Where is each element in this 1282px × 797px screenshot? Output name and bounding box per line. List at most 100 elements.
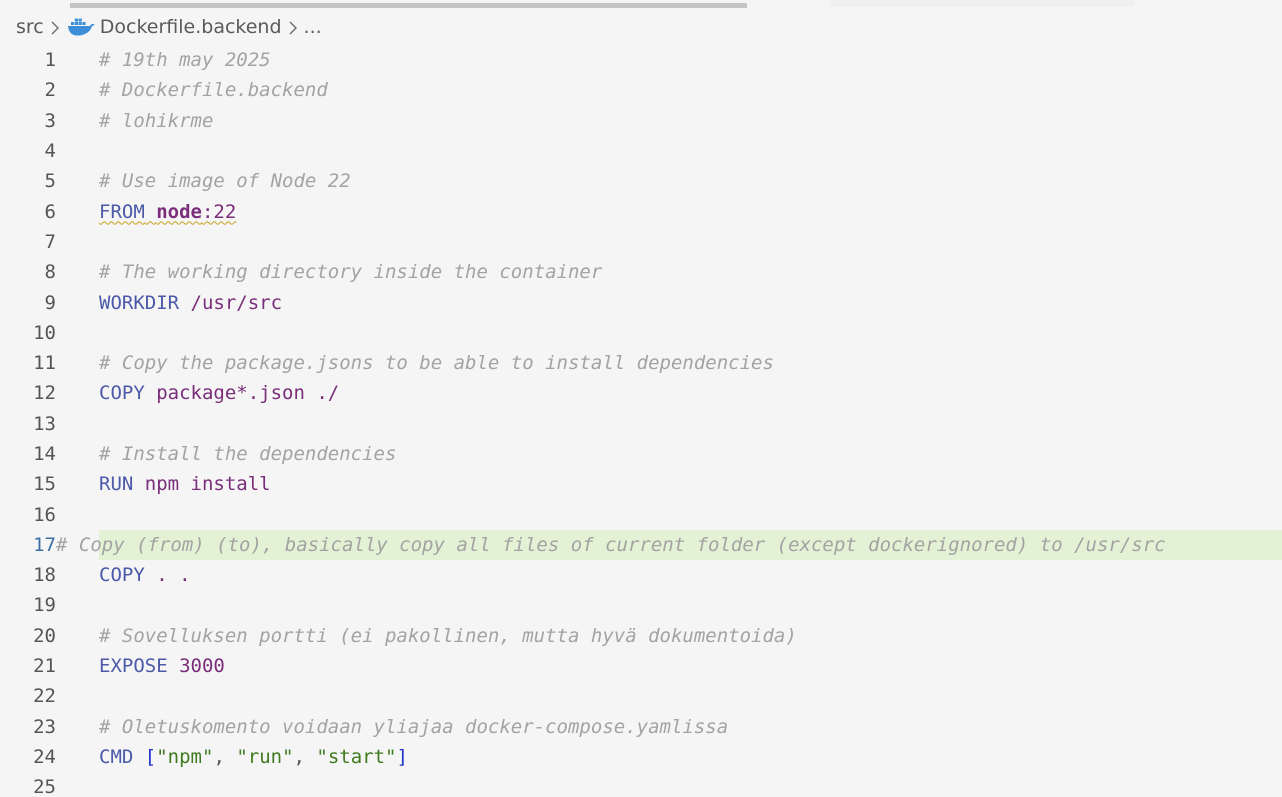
code-line[interactable]: 14 # Install the dependencies xyxy=(0,439,1282,469)
code-token: # Oletuskomento voidaan yliajaa docker-c… xyxy=(99,715,729,738)
line-number: 10 xyxy=(33,321,56,344)
code-token: "start" xyxy=(316,745,397,768)
code-line[interactable]: 13 xyxy=(0,409,1282,439)
code-token: WORKDIR xyxy=(99,291,180,314)
code-editor[interactable]: src Dockerfile.backend ... 1 # 19th may … xyxy=(0,0,1282,797)
code-line[interactable]: 6 FROM node:22 xyxy=(0,196,1282,226)
code-line[interactable]: 21 EXPOSE 3000 xyxy=(0,651,1282,681)
code-token: "run" xyxy=(236,745,294,768)
code-line[interactable]: 19 xyxy=(0,590,1282,620)
code-line[interactable]: 22 xyxy=(0,681,1282,711)
line-number: 6 xyxy=(44,200,56,223)
line-content: # Dockerfile.backend xyxy=(99,79,328,101)
line-number: 9 xyxy=(44,291,56,314)
horizontal-scrollbar-thumb[interactable] xyxy=(70,3,747,8)
code-token: FROM xyxy=(99,200,145,223)
code-token: "npm" xyxy=(156,745,214,768)
line-number: 14 xyxy=(33,443,56,465)
line-content: CMD ["npm", "run", "start"] xyxy=(99,746,408,768)
line-content: EXPOSE 3000 xyxy=(99,655,225,677)
line-content: # The working directory inside the conta… xyxy=(99,261,602,283)
line-number: 19 xyxy=(33,594,56,617)
line-content: # Oletuskomento voidaan yliajaa docker-c… xyxy=(99,716,728,738)
scrollbar-track-segment xyxy=(830,0,1135,7)
code-line[interactable]: 1 # 19th may 2025 xyxy=(0,45,1282,75)
breadcrumb-more[interactable]: ... xyxy=(304,16,322,38)
code-line[interactable]: 11 # Copy the package.jsons to be able to… xyxy=(0,348,1282,378)
code-line[interactable]: 20 # Sovelluksen portti (ei pakollinen, m… xyxy=(0,621,1282,651)
code-line[interactable]: 16 xyxy=(0,499,1282,529)
line-content: WORKDIR /usr/src xyxy=(99,292,282,314)
code-token: # The working directory inside the conta… xyxy=(99,261,603,284)
line-number: 24 xyxy=(33,745,56,768)
code-token: node xyxy=(156,200,202,223)
line-content: FROM node:22 xyxy=(99,201,236,223)
horizontal-scrollbar[interactable] xyxy=(0,0,1282,8)
line-content: # Use image of Node 22 xyxy=(99,170,351,192)
code-token: # Copy (from) (to), basically copy all f… xyxy=(56,533,1166,556)
code-token: CMD xyxy=(99,745,134,768)
code-token: # Dockerfile.backend xyxy=(99,79,328,102)
line-number: 8 xyxy=(44,261,56,284)
code-token: COPY xyxy=(99,382,145,405)
line-content: # lohikrme xyxy=(99,110,213,132)
line-number: 7 xyxy=(44,230,56,253)
code-token: COPY xyxy=(99,564,145,587)
code-line[interactable]: 3 # lohikrme xyxy=(0,106,1282,136)
chevron-right-icon xyxy=(44,16,66,38)
code-line[interactable]: 25 xyxy=(0,772,1282,797)
line-number: 2 xyxy=(44,79,56,102)
code-token: [ xyxy=(144,745,157,768)
code-line[interactable]: 17 # Copy (from) (to), basically copy all… xyxy=(33,529,1282,561)
code-token: , xyxy=(293,745,317,768)
code-token: # Sovelluksen portti (ei pakollinen, mut… xyxy=(99,624,797,647)
line-number: 25 xyxy=(33,776,56,797)
docker-whale-icon xyxy=(66,16,96,38)
code-line[interactable]: 7 xyxy=(0,227,1282,257)
line-number: 13 xyxy=(33,412,56,435)
line-number: 1 xyxy=(44,49,56,72)
code-token: npm install xyxy=(133,473,271,496)
breadcrumb-file[interactable]: Dockerfile.backend xyxy=(100,16,282,38)
line-content: # Sovelluksen portti (ei pakollinen, mut… xyxy=(99,625,797,647)
line-content: # Copy (from) (to), basically copy all f… xyxy=(56,534,1166,556)
breadcrumb-folder[interactable]: src xyxy=(16,16,44,38)
line-number: 4 xyxy=(44,140,56,163)
code-line[interactable]: 12 COPY package*.json ./ xyxy=(0,378,1282,408)
line-number: 16 xyxy=(33,503,56,526)
line-number: 20 xyxy=(33,624,56,647)
code-line[interactable]: 18 COPY . . xyxy=(0,560,1282,590)
code-token: # Copy the package.jsons to be able to i… xyxy=(99,352,774,375)
code-line[interactable]: 23 # Oletuskomento voidaan yliajaa docker… xyxy=(0,712,1282,742)
code-token: 3000 xyxy=(167,655,225,678)
code-line[interactable]: 8 # The working directory inside the cont… xyxy=(0,257,1282,287)
line-content: RUN npm install xyxy=(99,473,271,495)
code-token: # Use image of Node 22 xyxy=(99,170,351,193)
code-line[interactable]: 2 # Dockerfile.backend xyxy=(0,75,1282,105)
line-content: # 19th may 2025 xyxy=(99,49,271,71)
line-content: # Install the dependencies xyxy=(99,443,396,465)
line-number: 11 xyxy=(33,352,56,375)
code-line[interactable]: 4 xyxy=(0,136,1282,166)
code-token: EXPOSE xyxy=(99,655,168,678)
code-token: :22 xyxy=(201,200,237,223)
line-number: 15 xyxy=(33,473,56,496)
code-line[interactable]: 24 CMD ["npm", "run", "start"] xyxy=(0,742,1282,772)
code-line[interactable]: 15 RUN npm install xyxy=(0,469,1282,499)
line-content: COPY . . xyxy=(99,564,191,586)
line-number: 21 xyxy=(33,655,56,678)
line-number: 3 xyxy=(44,109,56,132)
code-token: # lohikrme xyxy=(99,109,214,132)
line-number: 17 xyxy=(33,533,56,556)
code-line[interactable]: 10 xyxy=(0,318,1282,348)
code-line[interactable]: 5 # Use image of Node 22 xyxy=(0,166,1282,196)
code-token: , xyxy=(213,745,237,768)
code-token: RUN xyxy=(99,473,134,496)
code-line[interactable]: 9 WORKDIR /usr/src xyxy=(0,287,1282,317)
code-token: ] xyxy=(396,745,408,768)
breadcrumb: src Dockerfile.backend ... xyxy=(16,14,322,40)
line-content: COPY package*.json ./ xyxy=(99,382,339,404)
code-area[interactable]: 1 # 19th may 2025 2 # Dockerfile.backend 3 # … xyxy=(0,45,1282,797)
code-token: package*.json ./ xyxy=(144,382,340,405)
